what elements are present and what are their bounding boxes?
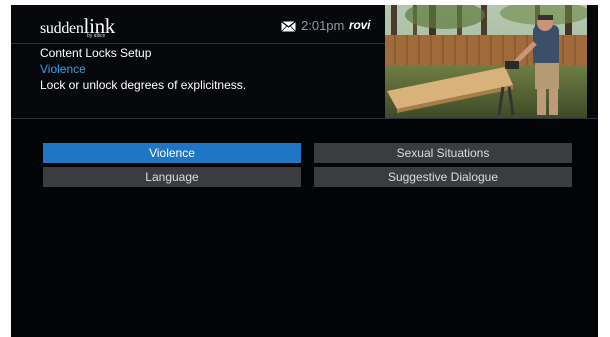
tv-screen: suddenlink by altice 2:01pm rovi Content… xyxy=(11,5,598,337)
preview-scene xyxy=(385,5,587,118)
header-bottom-rule xyxy=(11,118,598,119)
logo-subtext: by altice xyxy=(87,33,106,39)
clock: 2:01pm xyxy=(301,18,345,33)
page-title: Content Locks Setup xyxy=(40,46,152,60)
option-suggestive-dialogue[interactable]: Suggestive Dialogue xyxy=(314,167,572,187)
page-description: Lock or unlock degrees of explicitness. xyxy=(40,78,247,92)
suddenlink-logo: suddenlink by altice xyxy=(40,14,116,39)
page-subtitle: Violence xyxy=(40,62,86,76)
header-divider xyxy=(11,43,385,44)
rovi-logo: rovi xyxy=(349,18,371,32)
option-language[interactable]: Language xyxy=(43,167,301,187)
header: suddenlink by altice 2:01pm rovi Content… xyxy=(11,5,598,118)
option-sexual-situations[interactable]: Sexual Situations xyxy=(314,143,572,163)
envelope-icon[interactable] xyxy=(281,21,296,32)
option-violence[interactable]: Violence xyxy=(43,143,301,163)
live-tv-preview[interactable] xyxy=(385,5,587,118)
